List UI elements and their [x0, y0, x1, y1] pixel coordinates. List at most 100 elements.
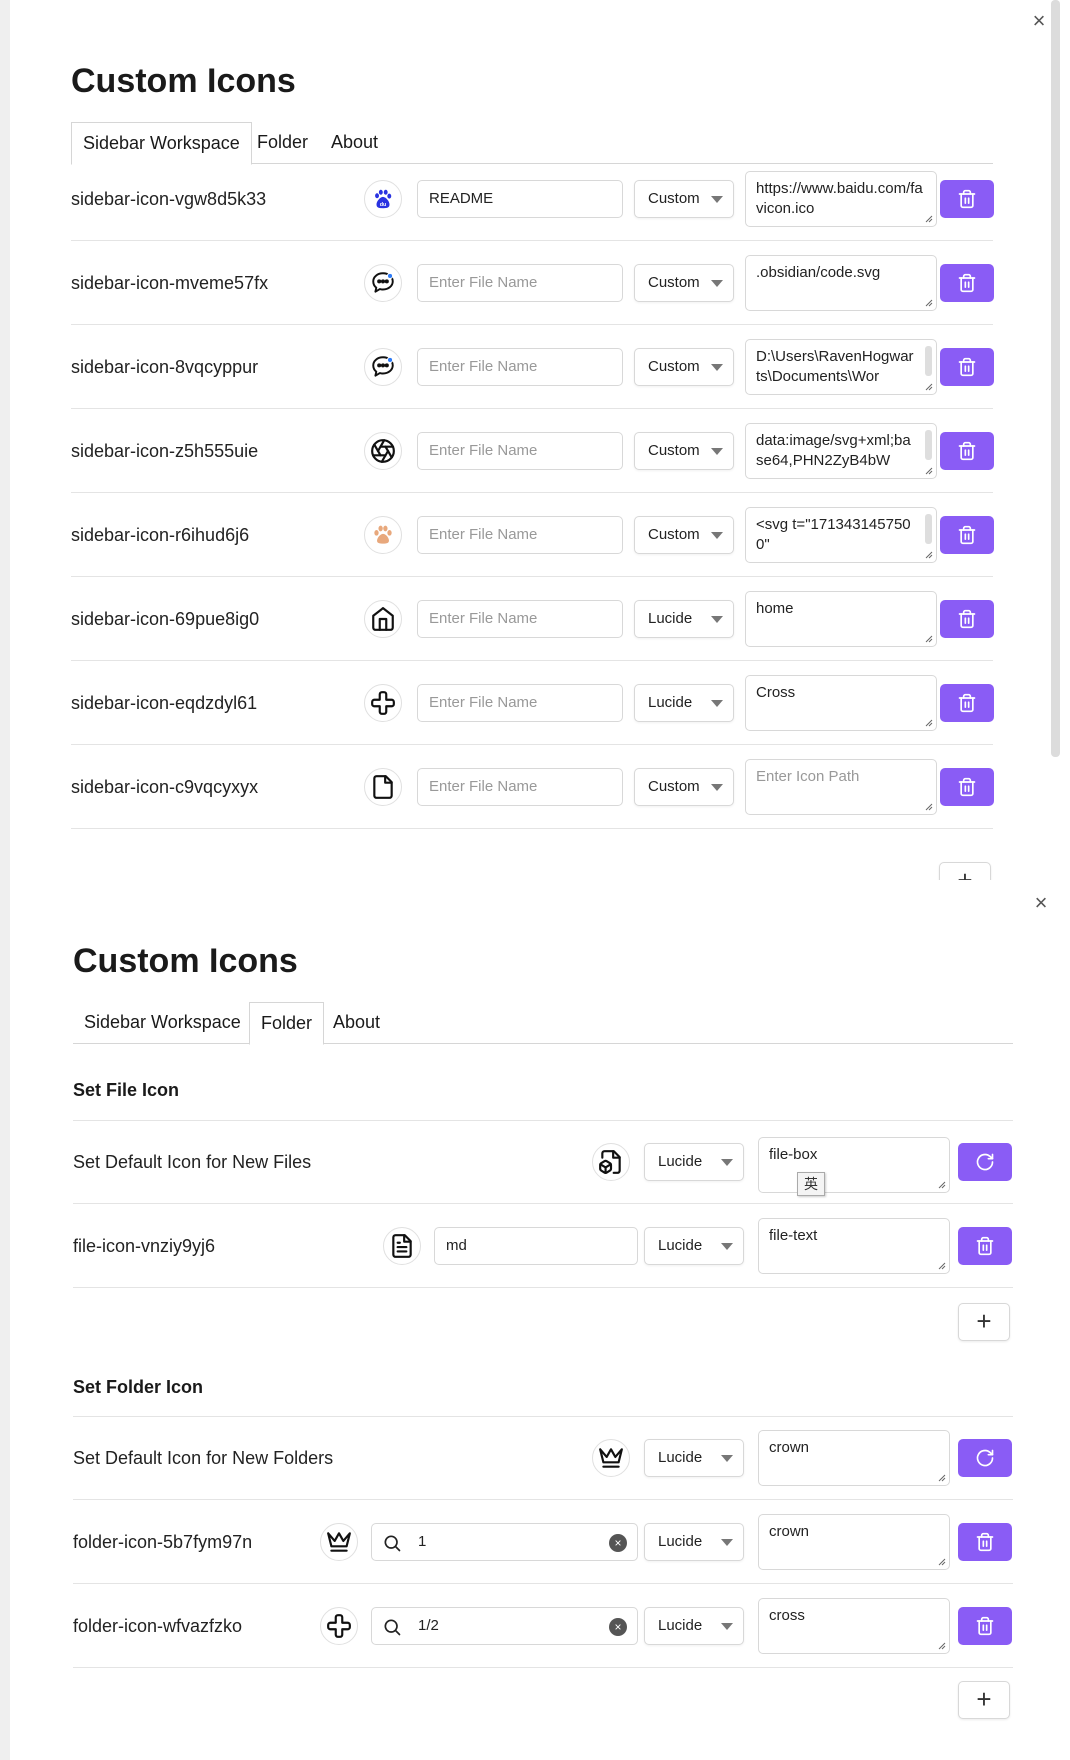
file-name-input[interactable]: Enter File Name [417, 684, 623, 722]
folder-icon-row: folder-icon-wfvazfzko 1/2 × Lucide cross [73, 1584, 1013, 1668]
folder-search-input[interactable]: 1/2 × [371, 1607, 638, 1645]
delete-button[interactable] [940, 516, 994, 554]
resize-grip-icon[interactable] [923, 213, 933, 223]
resize-grip-icon[interactable] [923, 381, 933, 391]
resize-grip-icon[interactable] [923, 549, 933, 559]
icon-path-textarea[interactable]: <svg t="1713431457500" [745, 507, 937, 563]
reset-button[interactable] [958, 1439, 1012, 1477]
file-name-input[interactable]: Enter File Name [417, 348, 623, 386]
icon-type-select[interactable]: Lucide [644, 1439, 744, 1477]
section-heading-file: Set File Icon [73, 1080, 180, 1100]
search-value: 1/2 [418, 1617, 439, 1634]
delete-button[interactable] [940, 264, 994, 302]
crown-icon [320, 1523, 358, 1561]
tab-bar: Sidebar Workspace Folder About [73, 1002, 1013, 1045]
file-icon [364, 768, 402, 806]
icon-path-textarea[interactable]: .obsidian/code.svg [745, 255, 937, 311]
row-label: sidebar-icon-eqdzdyl61 [71, 693, 258, 713]
textarea-value: data:image/svg+xml;base64,PHN2ZyB4bW [756, 432, 911, 469]
sidebar-icon-row: sidebar-icon-z5h555uie Enter File Name Cus… [71, 409, 994, 493]
file-name-input[interactable]: Enter File Name [417, 600, 623, 638]
tab-folder[interactable]: Folder [249, 1002, 325, 1045]
icon-type-select[interactable]: Lucide [644, 1227, 744, 1265]
icon-type-select[interactable]: Custom [634, 348, 734, 386]
file-name-input[interactable]: README [417, 180, 623, 218]
icon-type-select[interactable]: Lucide [634, 600, 734, 638]
file-text-icon [383, 1227, 421, 1265]
resize-grip-icon[interactable] [936, 1556, 946, 1566]
default-file-icon-row: Set Default Icon for New Files Lucide fi… [73, 1120, 1013, 1204]
icon-path-textarea[interactable]: Enter Icon Path [745, 759, 937, 815]
add-file-icon-button[interactable]: + [958, 1303, 1010, 1341]
section-heading-folder: Set Folder Icon [73, 1377, 204, 1397]
file-name-input[interactable]: Enter File Name [417, 432, 623, 470]
icon-type-select[interactable]: Custom [634, 432, 734, 470]
add-folder-icon-button[interactable]: + [958, 1681, 1010, 1719]
delete-button[interactable] [940, 432, 994, 470]
textarea-scrollbar[interactable] [925, 430, 932, 460]
resize-grip-icon[interactable] [936, 1260, 946, 1270]
textarea-scrollbar[interactable] [925, 514, 932, 544]
icon-type-select[interactable]: Lucide [644, 1607, 744, 1645]
file-name-input[interactable]: md [434, 1227, 638, 1265]
delete-button[interactable] [958, 1523, 1012, 1561]
file-name-input[interactable]: Enter File Name [417, 768, 623, 806]
folder-search-input[interactable]: 1 × [371, 1523, 638, 1561]
file-name-input[interactable]: Enter File Name [417, 264, 623, 302]
resize-grip-icon[interactable] [923, 717, 933, 727]
close-button[interactable]: × [1028, 10, 1050, 32]
delete-button[interactable] [958, 1607, 1012, 1645]
icon-path-textarea[interactable]: crown [758, 1430, 950, 1486]
icon-type-select[interactable]: Custom [634, 516, 734, 554]
icon-path-textarea[interactable]: crown [758, 1514, 950, 1570]
resize-grip-icon[interactable] [923, 801, 933, 811]
icon-path-textarea[interactable]: file-box [758, 1137, 950, 1193]
delete-button[interactable] [940, 600, 994, 638]
icon-path-textarea[interactable]: Cross [745, 675, 937, 731]
clear-icon[interactable]: × [609, 1618, 627, 1636]
resize-grip-icon[interactable] [923, 633, 933, 643]
select-value: Custom [648, 358, 700, 375]
textarea-value: cross [769, 1607, 805, 1624]
icon-type-select[interactable]: Custom [634, 264, 734, 302]
resize-grip-icon[interactable] [923, 465, 933, 475]
tab-about[interactable]: About [322, 1002, 391, 1044]
sidebar-icon-row: sidebar-icon-c9vqcyxyx Enter File Name Cus… [71, 745, 994, 829]
delete-button[interactable] [958, 1227, 1012, 1265]
icon-path-textarea[interactable]: file-text [758, 1218, 950, 1274]
icon-type-select[interactable]: Lucide [644, 1143, 744, 1181]
icon-path-textarea[interactable]: D:\Users\RavenHogwarts\Documents\Wor [745, 339, 937, 395]
delete-button[interactable] [940, 768, 994, 806]
delete-button[interactable] [940, 684, 994, 722]
row-label: sidebar-icon-r6ihud6j6 [71, 525, 250, 545]
scrollbar[interactable] [1051, 0, 1060, 757]
icon-type-select[interactable]: Lucide [634, 684, 734, 722]
icon-path-textarea[interactable]: cross [758, 1598, 950, 1654]
icon-path-textarea[interactable]: home [745, 591, 937, 647]
icon-path-textarea[interactable]: https://www.baidu.com/favicon.ico [745, 171, 937, 227]
ime-indicator: 英 [797, 1172, 825, 1196]
row-label: sidebar-icon-vgw8d5k33 [71, 189, 267, 209]
reset-button[interactable] [958, 1143, 1012, 1181]
file-name-input[interactable]: Enter File Name [417, 516, 623, 554]
delete-button[interactable] [940, 348, 994, 386]
icon-type-select[interactable]: Custom [634, 180, 734, 218]
icon-type-select[interactable]: Custom [634, 768, 734, 806]
clear-icon[interactable]: × [609, 1534, 627, 1552]
textarea-value: D:\Users\RavenHogwarts\Documents\Wor [756, 348, 914, 385]
resize-grip-icon[interactable] [936, 1179, 946, 1189]
icon-path-textarea[interactable]: data:image/svg+xml;base64,PHN2ZyB4bW [745, 423, 937, 479]
resize-grip-icon[interactable] [923, 297, 933, 307]
baidu-paw-icon: du [364, 180, 402, 218]
chat-bubble-icon [364, 348, 402, 386]
delete-button[interactable] [940, 180, 994, 218]
add-sidebar-icon-button[interactable]: + [939, 862, 991, 880]
resize-grip-icon[interactable] [936, 1472, 946, 1482]
tab-sidebar-workspace[interactable]: Sidebar Workspace [73, 1002, 252, 1044]
resize-grip-icon[interactable] [936, 1640, 946, 1650]
page-title: Custom Icons [73, 942, 298, 980]
folder-settings-panel: × Custom Icons Sidebar Workspace Folder … [0, 880, 1070, 1760]
close-button[interactable]: × [1030, 892, 1052, 914]
textarea-scrollbar[interactable] [925, 346, 932, 376]
icon-type-select[interactable]: Lucide [644, 1523, 744, 1561]
